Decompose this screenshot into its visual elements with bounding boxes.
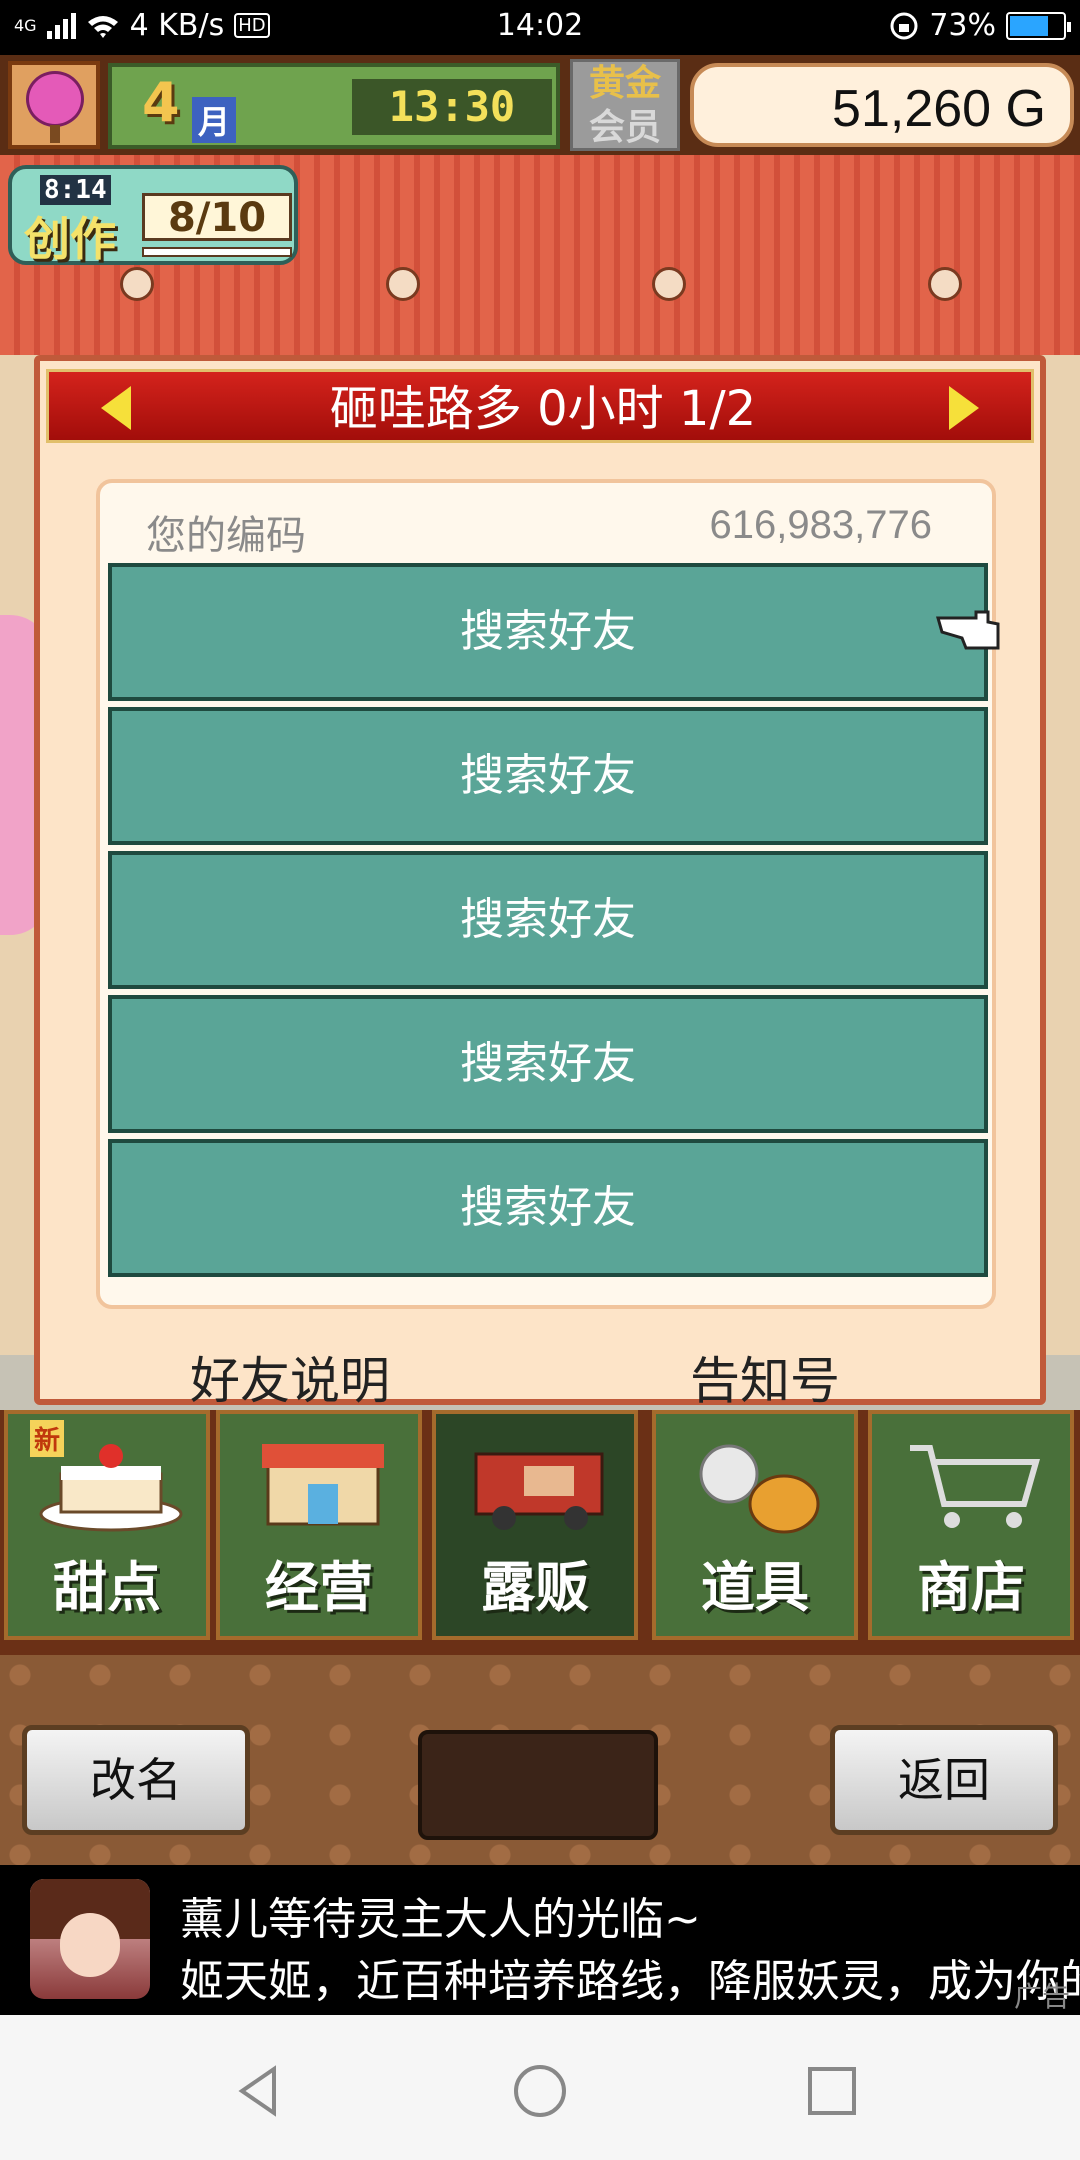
gold-member-bottom: 会员 [588, 107, 661, 148]
create-label: 创作 [24, 212, 116, 266]
shop-icon [262, 1444, 384, 1526]
battery-percent: 73% [929, 8, 996, 43]
tab-label: 道具 [701, 1556, 809, 1619]
month-label: 月 [192, 97, 237, 143]
tab-street-stall[interactable]: 露贩 [432, 1410, 638, 1640]
rotation-lock-icon [890, 12, 918, 39]
money-value: 51,260 [832, 80, 992, 138]
create-status[interactable]: 8:14 创作 8/10 [8, 165, 298, 266]
game-clock: 13:30 [352, 79, 552, 135]
new-badge: 新 [30, 1420, 65, 1457]
awning-light [120, 267, 154, 301]
gold-member-top: 黄金 [588, 63, 661, 104]
friends-panel: 您的编码 616,983,776 搜索好友 搜索好友 搜索好友 搜索好友 搜索好… [96, 479, 996, 1309]
awning-light [928, 267, 962, 301]
ad-badge: 广告 [1013, 1980, 1070, 2013]
return-button[interactable]: 返回 [830, 1725, 1058, 1835]
search-friend-button[interactable]: 搜索好友 [108, 1139, 988, 1277]
money-unit: G [1005, 80, 1046, 138]
friends-dialog: 砸哇路多 0小时 1/2 您的编码 616,983,776 搜索好友 搜索好友 … [34, 355, 1046, 1410]
tab-manage[interactable]: 经营 [216, 1410, 422, 1640]
tab-store[interactable]: 商店 [868, 1410, 1074, 1640]
tree-icon[interactable] [8, 61, 100, 149]
rename-button[interactable]: 改名 [22, 1725, 250, 1835]
notice-button[interactable]: 告知号 [690, 1341, 840, 1413]
recents-icon[interactable] [804, 2063, 860, 2119]
home-icon[interactable] [512, 2063, 568, 2119]
ad-avatar [30, 1879, 150, 1999]
search-friend-button[interactable]: 搜索好友 [108, 563, 988, 701]
create-count: 8/10 [142, 193, 292, 241]
next-page-arrow-icon[interactable] [949, 386, 979, 430]
search-friend-button[interactable]: 搜索好友 [108, 851, 988, 989]
your-code-label: 您的编码 [146, 513, 306, 559]
status-bar: 4G 4 KB/s HD 14:02 73% [0, 0, 1080, 55]
tab-label: 经营 [265, 1556, 373, 1619]
money-amount: 51,260 G [832, 79, 1046, 139]
prev-page-arrow-icon[interactable] [101, 386, 131, 430]
game-screen: 4 月 13:30 黄金 会员 51,260 G 8:14 创作 8/10 砸哇… [0, 55, 1080, 1865]
cart-icon [910, 1445, 1040, 1528]
tab-items[interactable]: 道具 [652, 1410, 858, 1640]
tab-label: 甜点 [53, 1556, 161, 1619]
awning-light [652, 267, 686, 301]
ad-title: 薰儿等待灵主大人的光临~ [180, 1894, 701, 1945]
friends-description-button[interactable]: 好友说明 [190, 1341, 390, 1413]
battery-icon [1006, 11, 1071, 40]
hand-pointer-icon [936, 610, 1000, 650]
tab-label: 商店 [917, 1556, 1025, 1619]
bottom-panel: 改名 返回 [0, 1655, 1080, 1865]
search-friend-button[interactable]: 搜索好友 [108, 995, 988, 1133]
search-friend-button[interactable]: 搜索好友 [108, 707, 988, 845]
ad-banner[interactable]: 薰儿等待灵主大人的光临~ 姬天姬，近百种培养路线，降服妖灵，成为你的得 广告 [0, 1865, 1080, 2015]
tab-dessert[interactable]: 新 甜点 [4, 1410, 210, 1640]
create-timer: 8:14 [40, 175, 111, 205]
back-icon[interactable] [230, 2063, 286, 2119]
create-progress-bar [142, 247, 292, 257]
navigation-bar [0, 2015, 1080, 2160]
dialog-header: 砸哇路多 0小时 1/2 [46, 369, 1034, 443]
bottom-tab-bar: 新 甜点 经营 露贩 道具 商店 [0, 1410, 1080, 1655]
gold-member-button[interactable]: 黄金 会员 [570, 59, 680, 151]
your-code-value: 616,983,776 [709, 503, 932, 547]
date-box: 4 月 13:30 [108, 63, 560, 149]
tab-label: 露贩 [481, 1556, 589, 1619]
ad-text: 姬天姬，近百种培养路线，降服妖灵，成为你的得 [180, 1956, 1080, 2007]
status-right: 73% [889, 8, 1071, 43]
dialog-title: 砸哇路多 0小时 1/2 [329, 381, 757, 437]
item-bag-icon [699, 1444, 820, 1534]
food-truck-icon [474, 1452, 604, 1530]
money-display: 51,260 G [690, 63, 1074, 147]
month-number: 4 [142, 71, 180, 134]
center-slot [418, 1730, 658, 1840]
awning-light [386, 267, 420, 301]
